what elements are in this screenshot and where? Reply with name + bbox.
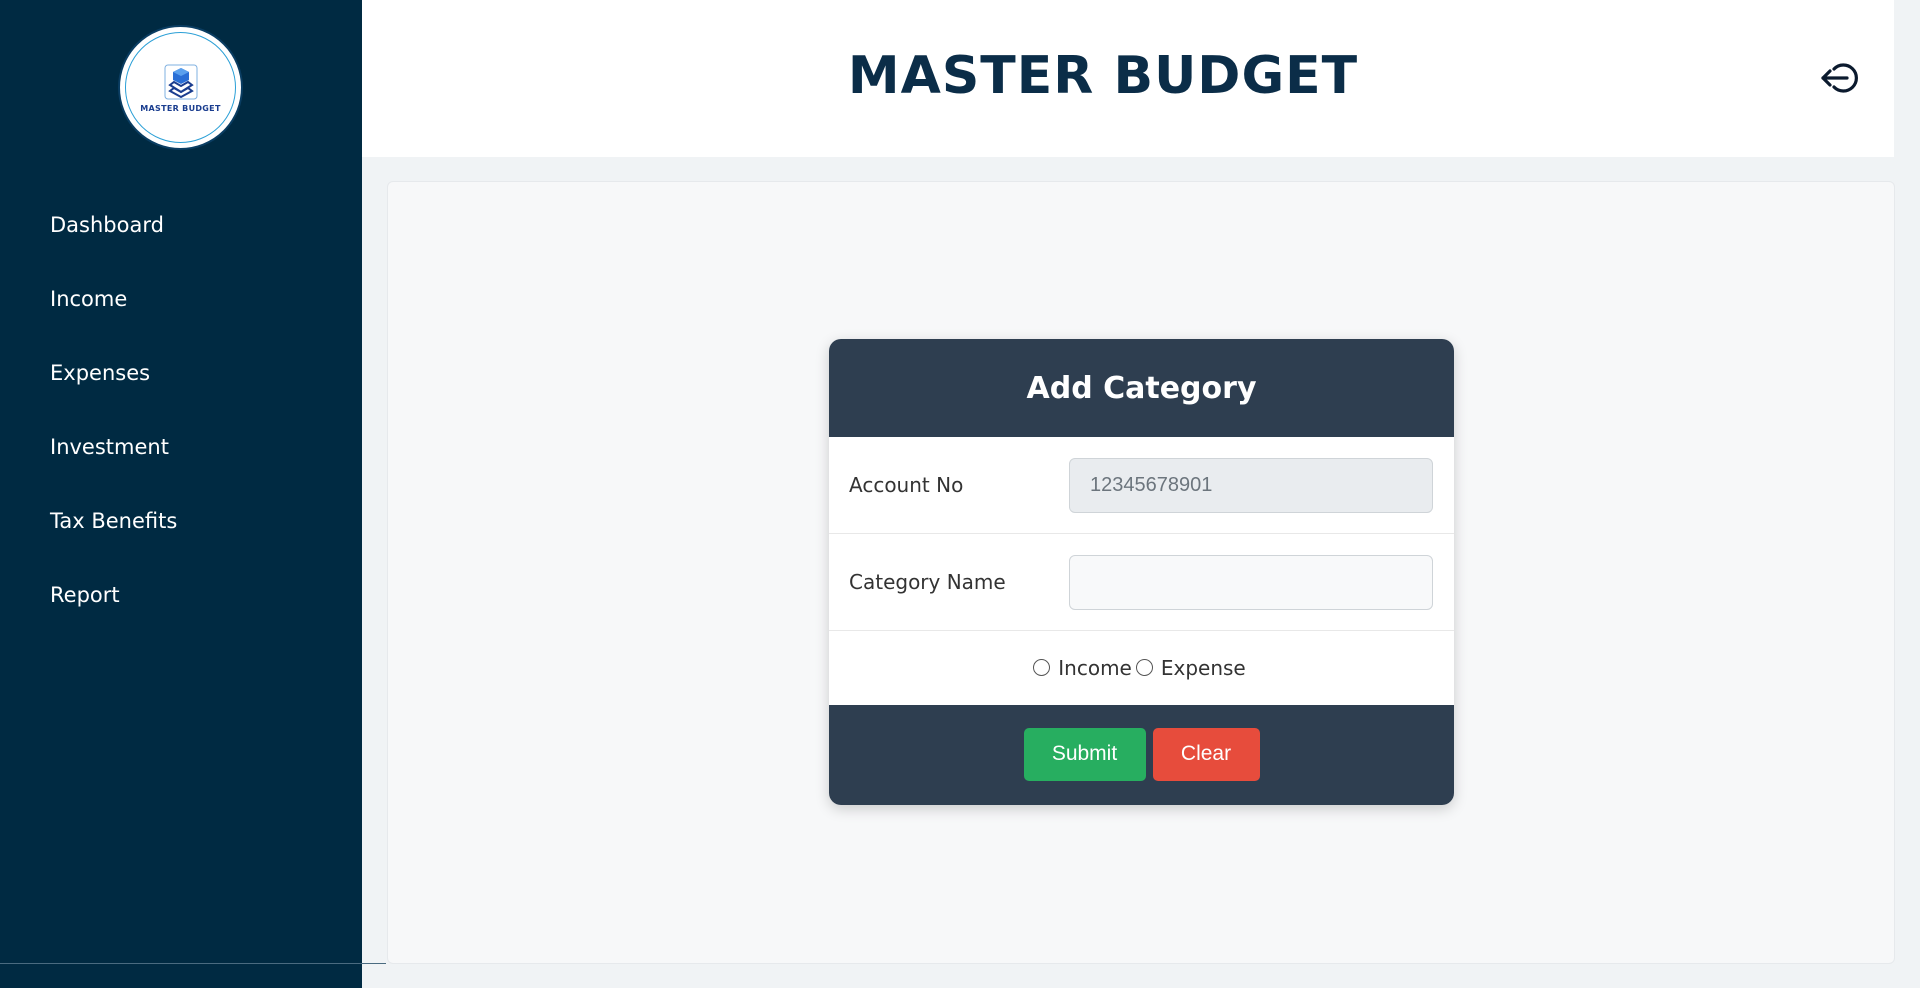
account-label: Account No <box>849 473 964 497</box>
category-name-input[interactable] <box>1069 554 1433 610</box>
form-actions: Submit Clear <box>829 705 1454 805</box>
clear-button[interactable]: Clear <box>1152 727 1260 781</box>
submit-button[interactable]: Submit <box>1023 727 1146 781</box>
sidebar-nav: Dashboard Income Expenses Investment Tax… <box>0 188 362 632</box>
expense-radio[interactable] <box>1135 658 1153 676</box>
account-row: Account No <box>829 437 1454 534</box>
logout-button[interactable] <box>1818 60 1862 96</box>
category-row: Category Name <box>829 534 1454 631</box>
sidebar-item-investment[interactable]: Investment <box>0 410 362 484</box>
page-title: MASTER BUDGET <box>847 46 1359 106</box>
logo-cube-icon <box>164 64 197 100</box>
sidebar-item-expenses[interactable]: Expenses <box>0 336 362 410</box>
logo-text: MASTER BUDGET <box>140 104 221 113</box>
account-number-field <box>1069 457 1433 513</box>
top-header: MASTER BUDGET <box>362 0 1894 157</box>
sidebar-item-dashboard[interactable]: Dashboard <box>0 188 362 262</box>
sidebar-item-income[interactable]: Income <box>0 262 362 336</box>
category-type-group: Income Expense <box>829 631 1454 705</box>
logo-mark: MASTER BUDGET <box>140 62 220 113</box>
logout-icon <box>1821 63 1858 93</box>
sidebar: MASTER BUDGET Dashboard Income Expenses … <box>0 0 386 988</box>
add-category-form: Add Category Account No Category Name In… <box>829 339 1454 805</box>
sidebar-item-report[interactable]: Report <box>0 558 362 632</box>
category-label: Category Name <box>849 570 1006 594</box>
form-title: Add Category <box>829 339 1454 437</box>
sidebar-item-tax-benefits[interactable]: Tax Benefits <box>0 484 362 558</box>
sidebar-divider <box>0 963 386 964</box>
expense-radio-label[interactable]: Expense <box>1161 656 1246 680</box>
income-radio-label[interactable]: Income <box>1058 656 1132 680</box>
app-logo[interactable]: MASTER BUDGET <box>118 25 243 150</box>
income-radio[interactable] <box>1033 658 1051 676</box>
